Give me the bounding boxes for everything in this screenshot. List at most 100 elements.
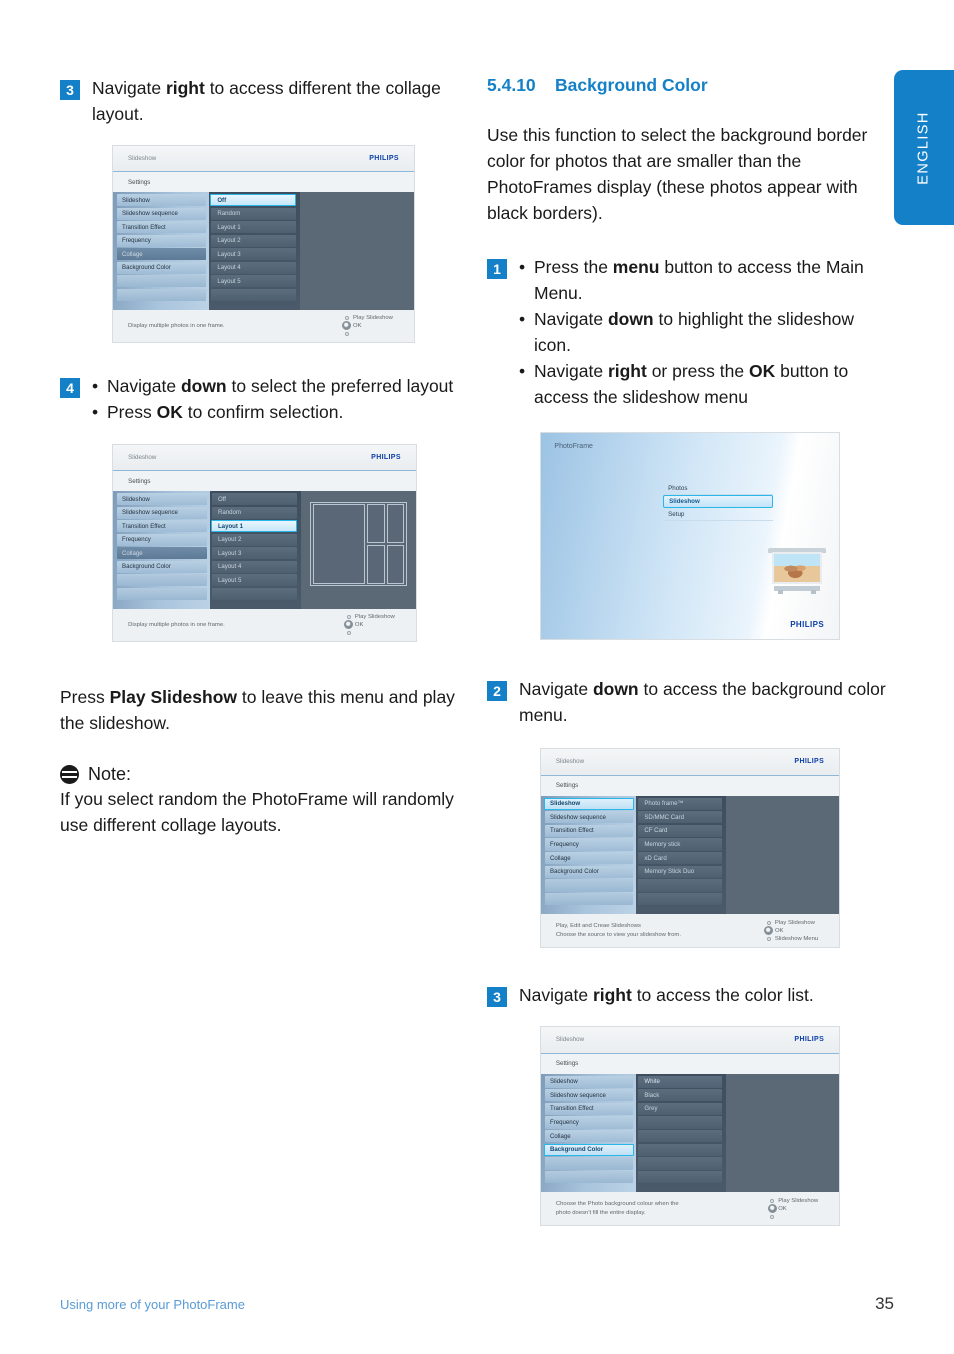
note-body: If you select random the PhotoFrame will… xyxy=(60,789,454,835)
menu-item[interactable]: Background Color xyxy=(545,865,634,878)
options-column: Off Random Layout 1 Layout 2 Layout 3 La… xyxy=(209,491,301,609)
main-menu-item-photos[interactable]: Photos xyxy=(663,482,774,496)
option-item[interactable]: xD Card xyxy=(638,852,722,865)
option-item[interactable]: Layout 3 xyxy=(211,248,296,261)
option-item-blank xyxy=(638,1130,722,1143)
menu-item[interactable]: Collage xyxy=(545,852,634,865)
option-item[interactable]: Layout 2 xyxy=(211,234,296,247)
play-slideshow-dot-icon xyxy=(770,1198,775,1203)
shot-titlebar: Slideshow PHILIPS xyxy=(541,1027,839,1054)
main-menu-item-setup[interactable]: Setup xyxy=(663,508,774,522)
control-label-play: Play Slideshow xyxy=(778,1197,819,1204)
menu-item[interactable]: Background Color xyxy=(117,261,207,274)
step-2-text: Navigate down to access the background c… xyxy=(519,679,886,725)
step-1-bullets: Press the menu button to access the Main… xyxy=(519,254,887,410)
philips-logo: PHILIPS xyxy=(790,619,825,629)
option-item[interactable]: Layout 1 xyxy=(211,221,296,234)
control-cluster: Play Slideshow OK xyxy=(344,613,395,637)
shot-title-text: Slideshow xyxy=(555,1036,585,1044)
shot-footer: Choose the Photo background colour when … xyxy=(541,1192,839,1225)
menu-item-collage[interactable]: Collage xyxy=(117,248,207,261)
menu-item[interactable]: Transition Effect xyxy=(545,1102,634,1115)
menu-item[interactable]: Background Color xyxy=(117,560,207,573)
page-number: 35 xyxy=(875,1294,894,1313)
menu-item[interactable]: Frequency xyxy=(545,1116,634,1129)
option-item[interactable]: CF Card xyxy=(638,824,722,837)
preview-column xyxy=(725,795,839,915)
menu-item[interactable]: Slideshow sequence xyxy=(545,811,634,824)
option-item-blank xyxy=(638,1143,722,1156)
option-item[interactable]: Layout 3 xyxy=(211,547,297,560)
collage-grid-row xyxy=(366,544,405,584)
play-slideshow-dot-icon xyxy=(766,920,771,925)
shot-subtitle: Settings xyxy=(541,775,839,796)
option-item[interactable]: Memory Stick Duo xyxy=(638,865,722,878)
slideshow-menu-dot-icon xyxy=(766,936,771,941)
step-badge: 4 xyxy=(60,378,80,398)
shot-titlebar: Slideshow PHILIPS xyxy=(113,445,416,472)
option-item[interactable]: Layout 4 xyxy=(211,560,297,573)
bullet-item: Press the menu button to access the Main… xyxy=(519,254,887,306)
option-item[interactable]: SD/MMC Card xyxy=(638,811,722,824)
main-menu-item-slideshow[interactable]: Slideshow xyxy=(663,495,774,509)
settings-menu-column: Slideshow Slideshow sequence Transition … xyxy=(113,491,210,609)
bullet-item: Press OK to confirm selection. xyxy=(92,399,470,425)
option-item[interactable]: Layout 5 xyxy=(211,574,297,587)
menu-item-blank xyxy=(545,893,634,906)
menu-item-selected[interactable]: Background Color xyxy=(544,1143,635,1156)
option-item-blank xyxy=(211,288,296,301)
step-3-text: Navigate right to access the color list. xyxy=(519,985,814,1005)
control-label-ok: OK xyxy=(778,1205,787,1212)
menu-item[interactable]: Transition Effect xyxy=(117,221,207,234)
menu-item[interactable]: Slideshow xyxy=(545,1075,634,1088)
options-column: Photo frame™ SD/MMC Card CF Card Memory … xyxy=(636,795,726,915)
option-item[interactable]: Layout 5 xyxy=(211,275,296,288)
shot-footer-line1: Choose the Photo background colour when … xyxy=(555,1201,679,1208)
shot-footer-text: Choose the Photo background colour when … xyxy=(556,1200,679,1217)
shot-footer-line2: Choose the source to view your slideshow… xyxy=(555,931,681,938)
menu-item[interactable]: Slideshow xyxy=(117,493,207,506)
menu-item[interactable]: Transition Effect xyxy=(117,520,207,533)
option-item-blank xyxy=(638,893,722,906)
option-item-selected[interactable]: Layout 1 xyxy=(210,520,297,533)
option-item-black[interactable]: Black xyxy=(638,1089,722,1102)
option-item[interactable]: Random xyxy=(211,506,297,519)
option-item[interactable]: Photo frame™ xyxy=(638,797,722,810)
menu-item[interactable]: Slideshow sequence xyxy=(545,1089,634,1102)
preview-column xyxy=(725,1073,839,1193)
menu-item[interactable]: Slideshow sequence xyxy=(117,207,207,220)
frame-leg-left xyxy=(777,589,783,594)
menu-item[interactable]: Collage xyxy=(545,1130,634,1143)
option-item[interactable]: Off xyxy=(211,493,297,506)
menu-item[interactable]: Transition Effect xyxy=(545,824,634,837)
step-2-right: 2 Navigate down to access the background… xyxy=(487,676,887,728)
menu-item[interactable]: Frequency xyxy=(545,838,634,851)
main-menu-list: Photos Slideshow Setup xyxy=(663,482,774,522)
menu-item[interactable]: Slideshow sequence xyxy=(117,506,207,519)
frame-leg-right xyxy=(810,589,816,594)
shot-subtitle: Settings xyxy=(113,172,414,193)
option-item[interactable]: Layout 4 xyxy=(211,261,296,274)
option-item-grey[interactable]: Grey xyxy=(638,1102,722,1115)
menu-item-collage[interactable]: Collage xyxy=(117,547,207,560)
ok-button-icon xyxy=(344,620,354,630)
section-title: Background Color xyxy=(555,75,708,95)
ok-button-icon xyxy=(764,926,774,936)
control-label-ok: OK xyxy=(774,927,784,934)
option-item-selected[interactable]: Off xyxy=(210,194,296,207)
menu-item-selected[interactable]: Slideshow xyxy=(544,797,635,810)
menu-item[interactable]: Slideshow xyxy=(117,194,207,207)
option-item[interactable]: Random xyxy=(211,207,296,220)
option-item-white[interactable]: White xyxy=(638,1075,722,1088)
menu-item[interactable]: Frequency xyxy=(117,234,207,247)
shot-footer: Display multiple photos in one frame. Pl… xyxy=(113,608,416,641)
option-item[interactable]: Layout 2 xyxy=(211,533,297,546)
step-4-left: 4 Navigate down to select the preferred … xyxy=(60,373,470,425)
menu-item[interactable]: Frequency xyxy=(117,533,207,546)
shot-title-text: Slideshow xyxy=(128,155,157,163)
option-item[interactable]: Memory stick xyxy=(638,838,722,851)
screenshot-background-color-list: Slideshow PHILIPS Settings Slideshow Sli… xyxy=(540,1026,840,1226)
step-badge: 1 xyxy=(487,259,507,279)
collage-grid xyxy=(366,504,405,584)
shot-footer-text: Display multiple photos in one frame. xyxy=(128,322,225,329)
